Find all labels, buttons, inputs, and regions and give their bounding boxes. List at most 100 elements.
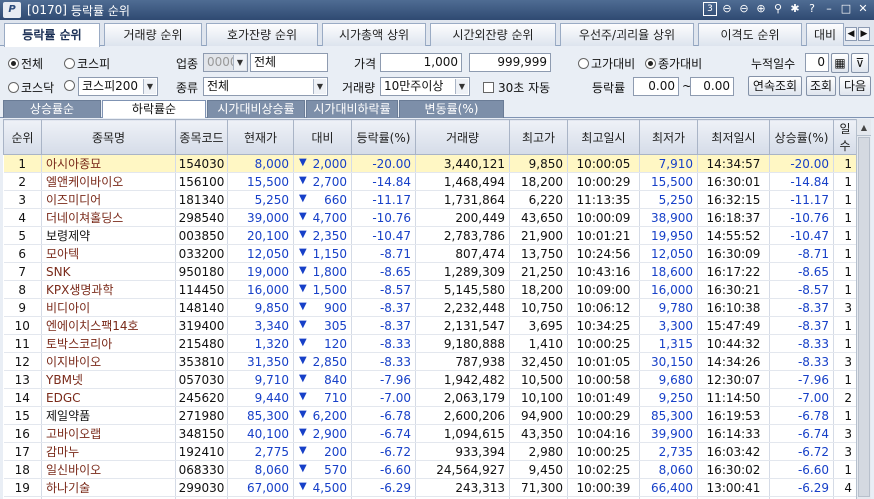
low-price-cell: 3,300 bbox=[639, 316, 698, 335]
volume-select[interactable]: 10만주이상 ▼ bbox=[380, 77, 470, 96]
volume-cell: 1,942,482 bbox=[415, 370, 510, 389]
tab-marketcap-rank[interactable]: 시가총액 상위 bbox=[322, 23, 426, 46]
column-header[interactable]: 최고가 bbox=[509, 119, 568, 155]
settings-icon[interactable]: ✱ bbox=[788, 2, 802, 16]
radio-vs-close[interactable]: 종가대비 bbox=[645, 55, 702, 72]
help-icon[interactable]: ? bbox=[805, 2, 819, 16]
query-button[interactable]: 조회 bbox=[806, 76, 836, 96]
subtab-volatility[interactable]: 변동률(%) bbox=[399, 100, 504, 118]
table-row[interactable]: 12 이지바이오 353810 31,350 ▼ 2,850 -8.33 787,938 32,… bbox=[3, 352, 856, 371]
radio-market-kosdaq[interactable]: 코스닥 bbox=[8, 79, 54, 96]
filter-icon[interactable]: ⊽ bbox=[851, 53, 869, 73]
rank-cell: 8 bbox=[3, 280, 42, 299]
radio-market-all[interactable]: 전체 bbox=[8, 55, 43, 72]
table-row[interactable]: 16 고바이오랩 348150 40,100 ▼ 2,900 -6.74 1,094,615 4… bbox=[3, 424, 856, 443]
maximize-icon[interactable]: □ bbox=[839, 2, 853, 16]
column-header[interactable]: 거래량 bbox=[415, 119, 510, 155]
up-rate-cell: -8.65 bbox=[769, 262, 834, 281]
table-row[interactable]: 8 KPX생명과학 114450 16,000 ▼ 1,500 -8.57 5,145,580… bbox=[3, 280, 856, 299]
accum-days-input[interactable]: 0 bbox=[805, 53, 829, 72]
sector-code-field[interactable]: 0000 ▼ bbox=[203, 53, 248, 72]
radio-index[interactable] bbox=[64, 79, 77, 93]
tab-disparity-rank[interactable]: 이격도 순위 bbox=[698, 23, 802, 46]
calendar-icon[interactable]: ▦ bbox=[831, 53, 849, 73]
tab-rate-rank[interactable]: 등락률 순위 bbox=[4, 23, 100, 47]
pin-icon[interactable]: ⚲ bbox=[771, 2, 785, 16]
table-row[interactable]: 18 일신바이오 068330 8,060 ▼ 570 -6.60 24,564,927 9,4… bbox=[3, 460, 856, 479]
auto-refresh-checkbox[interactable]: 30초 자동 bbox=[483, 79, 550, 96]
high-time-cell: 10:00:25 bbox=[567, 442, 640, 461]
tab-volume-rank[interactable]: 거래량 순위 bbox=[104, 23, 202, 46]
tab-scroll-right-icon[interactable]: ▶ bbox=[858, 27, 870, 41]
scroll-up-icon[interactable]: ▲ bbox=[857, 119, 871, 136]
price-cell: 85,300 bbox=[227, 406, 294, 425]
column-header[interactable]: 종목코드 bbox=[175, 119, 228, 155]
subtab-open-rising[interactable]: 시가대비상승률 bbox=[207, 100, 305, 118]
table-row[interactable]: 14 EDGC 245620 9,440 ▼ 710 -7.00 2,063,179 10,10… bbox=[3, 388, 856, 407]
tab-scroll-left-icon[interactable]: ◀ bbox=[845, 27, 857, 41]
low-price-cell: 7,910 bbox=[639, 154, 698, 173]
days-cell: 1 bbox=[833, 154, 856, 173]
rate-max-input[interactable]: 0.00 bbox=[690, 77, 734, 96]
table-row[interactable]: 4 더네이쳐홀딩스 298540 39,000 ▼ 4,700 -10.76 200,449 4… bbox=[3, 208, 856, 227]
high-price-cell: 9,450 bbox=[509, 460, 568, 479]
table-row[interactable]: 15 제일약품 271980 85,300 ▼ 6,200 -6.78 2,600,206 94… bbox=[3, 406, 856, 425]
zoom-out-icon[interactable]: ⊖ bbox=[737, 2, 751, 16]
days-cell: 3 bbox=[833, 298, 856, 317]
tab-order-rank[interactable]: 호가잔량 순위 bbox=[206, 23, 318, 46]
checkbox-icon bbox=[483, 82, 494, 93]
table-row[interactable]: 10 엔에이치스팩14호 319400 3,340 ▼ 305 -8.37 2,131,547… bbox=[3, 316, 856, 335]
sector-label: 업종 bbox=[176, 57, 199, 71]
column-header[interactable]: 최저일시 bbox=[697, 119, 770, 155]
scroll-thumb[interactable] bbox=[858, 137, 870, 497]
subtab-falling[interactable]: 하락률순 bbox=[102, 100, 206, 118]
table-row[interactable]: 17 감마누 192410 2,775 ▼ 200 -6.72 933,394 2,980 10:… bbox=[3, 442, 856, 461]
column-header[interactable]: 현재가 bbox=[227, 119, 294, 155]
close-icon[interactable]: ✕ bbox=[856, 2, 870, 16]
dropdown-arrow-icon: ▼ bbox=[233, 55, 246, 70]
tab-preferred-rank[interactable]: 우선주/괴리율 상위 bbox=[560, 23, 694, 46]
sector-name-field[interactable]: 전체 bbox=[250, 53, 328, 72]
column-header[interactable]: 종목명 bbox=[41, 119, 176, 155]
table-row[interactable]: 11 토박스코리아 215480 1,320 ▼ 120 -8.33 9,180,888 1,4… bbox=[3, 334, 856, 353]
next-button[interactable]: 다음 bbox=[839, 76, 871, 96]
subtab-rising[interactable]: 상승률순 bbox=[3, 100, 101, 118]
subtab-open-falling[interactable]: 시가대비하락률 bbox=[306, 100, 398, 118]
change-value: 570 bbox=[324, 462, 347, 477]
link-number-icon[interactable]: 3 bbox=[703, 2, 717, 16]
low-price-cell: 66,400 bbox=[639, 478, 698, 497]
table-row[interactable]: 2 엘앤케이바이오 156100 15,500 ▼ 2,700 -14.84 1,468,49… bbox=[3, 172, 856, 191]
price-min-input[interactable]: 1,000 bbox=[380, 53, 462, 72]
table-row[interactable]: 19 하나기술 299030 67,000 ▼ 4,500 -6.29 243,313 71,3… bbox=[3, 478, 856, 497]
table-row[interactable]: 6 모아텍 033200 12,050 ▼ 1,150 -8.71 807,474 13,750… bbox=[3, 244, 856, 263]
tab-more[interactable]: 대비 bbox=[806, 23, 844, 46]
table-row[interactable]: 3 이즈미디어 181340 5,250 ▼ 660 -11.17 1,731,864 6,22… bbox=[3, 190, 856, 209]
column-header[interactable]: 일수 bbox=[833, 119, 856, 155]
change-cell: ▼ 305 bbox=[293, 316, 352, 335]
radio-market-kospi[interactable]: 코스피 bbox=[64, 55, 110, 72]
column-header[interactable]: 최고일시 bbox=[567, 119, 640, 155]
table-row[interactable]: 7 SNK 950180 19,000 ▼ 1,800 -8.65 1,289,309 21,2… bbox=[3, 262, 856, 281]
column-header[interactable]: 순위 bbox=[3, 119, 42, 155]
price-max-input[interactable]: 999,999 bbox=[469, 53, 551, 72]
rate-min-input[interactable]: 0.00 bbox=[633, 77, 679, 96]
column-header[interactable]: 대비 bbox=[293, 119, 352, 155]
table-row[interactable]: 1 아시아종묘 154030 8,000 ▼ 2,000 -20.00 3,440,121 9,… bbox=[3, 154, 856, 173]
column-header[interactable]: 등락률(%) bbox=[351, 119, 416, 155]
zoom-in-icon[interactable]: ⊕ bbox=[754, 2, 768, 16]
table-row[interactable]: 5 보령제약 003850 20,100 ▼ 2,350 -10.47 2,783,786 21… bbox=[3, 226, 856, 245]
search-icon[interactable]: ⊖ bbox=[720, 2, 734, 16]
continuous-query-button[interactable]: 연속조회 bbox=[748, 76, 802, 96]
radio-vs-high[interactable]: 고가대비 bbox=[578, 55, 635, 72]
table-row[interactable]: 9 비디아이 148140 9,850 ▼ 900 -8.37 2,232,448 10,750… bbox=[3, 298, 856, 317]
low-time-cell: 10:44:32 bbox=[697, 334, 770, 353]
index-select[interactable]: 코스피200 ▼ bbox=[78, 77, 158, 96]
minimize-icon[interactable]: – bbox=[822, 2, 836, 16]
vertical-scrollbar[interactable]: ▲ bbox=[856, 119, 871, 499]
type-select[interactable]: 전체 ▼ bbox=[203, 77, 328, 96]
column-header[interactable]: 최저가 bbox=[639, 119, 698, 155]
change-cell: ▼ 2,850 bbox=[293, 352, 352, 371]
table-row[interactable]: 13 YBM넷 057030 9,710 ▼ 840 -7.96 1,942,482 10,50… bbox=[3, 370, 856, 389]
tab-afterhours-rank[interactable]: 시간외잔량 순위 bbox=[430, 23, 556, 46]
column-header[interactable]: 상승률(%) bbox=[769, 119, 834, 155]
